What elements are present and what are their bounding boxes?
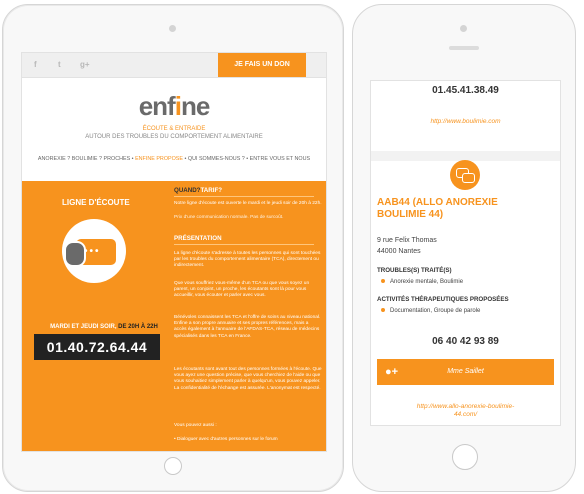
paragraph-hours: Notre ligne d'écoute est ouverte le mard…: [174, 201, 322, 206]
paragraph-price: Prix d'une communication normale. Pas de…: [174, 215, 284, 220]
phone-screen: 01.45.41.38.49 http://www.boulimie.com A…: [370, 80, 561, 426]
activities-heading: ACTIVITÉS THÉRAPEUTIQUES PROPOSÉES: [377, 296, 509, 303]
divider: [174, 196, 314, 197]
nav-item-enfine-propose[interactable]: ENFINE PROPOSE: [135, 156, 183, 162]
website-link-top[interactable]: http://www.boulimie.com: [371, 118, 560, 125]
tablet-device: f t g+ JE FAIS UN DON enfine ÉCOUTE & EN…: [2, 4, 344, 492]
divider: [174, 244, 314, 245]
tablet-camera: [169, 25, 176, 32]
contact-phone-number[interactable]: 06 40 42 93 89: [371, 336, 560, 347]
address-line-2: 44000 Nantes: [377, 248, 421, 255]
troubles-heading: TROUBLES(S) TRAITÉ(S): [377, 267, 452, 274]
paragraph-also: Vous pouvez aussi :: [174, 423, 217, 428]
donate-button[interactable]: JE FAIS UN DON: [218, 53, 306, 77]
chat-bubbles-icon: [450, 160, 480, 190]
address-line-1: 9 rue Felix Thomas: [377, 237, 437, 244]
site-logo[interactable]: enfine: [22, 91, 326, 122]
tagline-primary: ÉCOUTE & ENTRAIDE: [142, 126, 206, 132]
list-item: Anorexie mentale, Boulimie: [381, 279, 463, 285]
paragraph-forum: • Dialoguer avec d'autres personnes sur …: [174, 437, 278, 442]
google-plus-icon[interactable]: g+: [80, 60, 90, 69]
phone-number-top[interactable]: 01.45.41.38.49: [371, 85, 560, 96]
contact-person-label: Mme Saillet: [447, 368, 484, 375]
hours-text: MARDI ET JEUDI SOIR, DE 20H À 22H: [50, 324, 158, 330]
organization-title: AAB44 (ALLO ANOREXIE BOULIMIE 44): [377, 197, 498, 220]
phone-device: 01.45.41.38.49 http://www.boulimie.com A…: [352, 4, 576, 492]
panel-title: LIGNE D'ÉCOUTE: [62, 198, 130, 207]
when-price-heading: QUAND?TARIF?: [174, 187, 223, 194]
list-item: Documentation, Groupe de parole: [381, 308, 480, 314]
helpline-phone-number[interactable]: 01.40.72.64.44: [34, 334, 160, 360]
phone-speaker: [449, 46, 479, 50]
paragraph-listeners: Que vous souffriez vous-même d'un TCA ou…: [174, 281, 310, 299]
facebook-icon[interactable]: f: [34, 60, 37, 69]
main-nav: ANOREXIE ? BOULIMIE ? PROCHES • ENFINE P…: [22, 156, 326, 162]
presentation-heading: PRÉSENTATION: [174, 235, 222, 242]
phone-camera: [460, 25, 467, 32]
tagline-secondary: AUTOUR DES TROUBLES DU COMPORTEMENT ALIM…: [85, 134, 263, 140]
twitter-icon[interactable]: t: [58, 60, 61, 69]
website-link-bottom[interactable]: http://www.allo-anorexie-boulimie- 44.com…: [371, 403, 560, 419]
paragraph-presentation: La ligne d'écoute s'adresse à toutes les…: [174, 251, 321, 269]
tablet-screen: f t g+ JE FAIS UN DON enfine ÉCOUTE & EN…: [21, 52, 327, 452]
nav-item-anorexie[interactable]: ANOREXIE ? BOULIMIE ? PROCHES •: [38, 156, 134, 162]
contact-person-button[interactable]: ●+ Mme Saillet: [377, 359, 554, 385]
nav-item-qui-sommes-nous[interactable]: • QUI SOMMES-NOUS ? • ENTRE VOUS ET NOUS: [185, 156, 311, 162]
paragraph-volunteers: Bénévoles connaissent les TCA et l'offre…: [174, 315, 321, 339]
paragraph-training: Les écoutants sont avant tout des person…: [174, 367, 322, 391]
chat-phone-icon: •••: [62, 219, 126, 283]
tablet-home-button[interactable]: [164, 457, 182, 475]
phone-home-button[interactable]: [452, 444, 478, 470]
